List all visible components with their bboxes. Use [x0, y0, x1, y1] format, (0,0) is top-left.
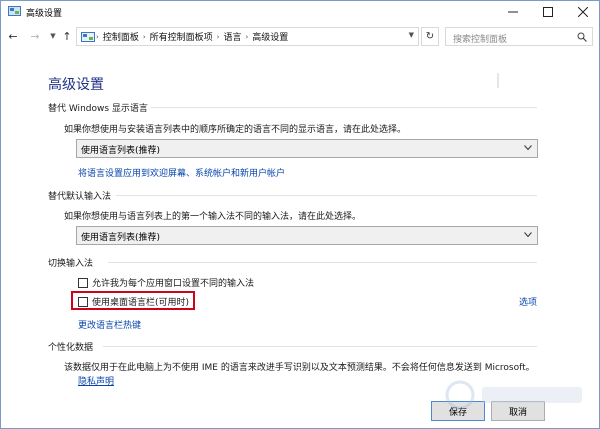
- breadcrumb-all-items[interactable]: 所有控制面板项: [147, 30, 216, 43]
- minimize-icon: [508, 11, 518, 13]
- control-panel-icon: [8, 6, 21, 16]
- default-input-heading: 替代默认输入法: [48, 192, 112, 202]
- close-button[interactable]: [566, 1, 600, 23]
- save-button[interactable]: 保存: [431, 401, 485, 421]
- chevron-down-icon: [524, 145, 532, 151]
- arrow-left-icon: ←: [8, 29, 18, 43]
- personalization-heading: 个性化数据: [48, 343, 94, 353]
- search-placeholder: 搜索控制面板: [453, 35, 508, 45]
- cancel-button[interactable]: 取消: [491, 401, 545, 421]
- section-divider: [103, 346, 537, 347]
- maximize-icon: [543, 7, 553, 17]
- refresh-icon: ↻: [425, 31, 435, 42]
- chevron-down-icon: ▼: [50, 32, 56, 40]
- desktop-language-bar-option[interactable]: 使用桌面语言栏(可用时): [78, 295, 189, 308]
- section-divider: [116, 195, 537, 196]
- personalization-description: 该数据仅用于在此电脑上为不使用 IME 的语言来改进手写识别以及文本预测结果。不…: [64, 363, 535, 373]
- up-button[interactable]: ↑: [59, 27, 75, 45]
- search-box[interactable]: 搜索控制面板: [445, 27, 593, 46]
- switch-input-heading: 切换输入法: [48, 259, 94, 269]
- refresh-button[interactable]: ↻: [421, 27, 439, 46]
- search-icon: [577, 32, 587, 42]
- close-icon: [578, 7, 588, 17]
- navigation-bar: ← → ▼ ↑ › 控制面板 › 所有控制面板项 › 语言 › 高级设置 ▼ ↻…: [1, 24, 599, 50]
- privacy-statement-link[interactable]: 隐私声明: [78, 374, 114, 387]
- scroll-indicator: [497, 73, 499, 88]
- breadcrumb-language[interactable]: 语言: [220, 30, 244, 43]
- address-bar[interactable]: › 控制面板 › 所有控制面板项 › 语言 › 高级设置 ▼: [76, 27, 419, 46]
- apply-language-settings-link[interactable]: 将语言设置应用到欢迎屏幕、系统帐户和新用户帐户: [78, 166, 285, 179]
- forward-button[interactable]: →: [27, 27, 43, 45]
- display-language-heading: 替代 Windows 显示语言: [48, 104, 148, 114]
- default-input-select[interactable]: 使用语言列表(推荐): [76, 226, 538, 245]
- breadcrumb-advanced[interactable]: 高级设置: [249, 30, 291, 43]
- maximize-button[interactable]: [531, 1, 565, 23]
- display-language-selected: 使用语言列表(推荐): [81, 146, 161, 156]
- display-language-description: 如果你想使用与安装语言列表中的顺序所确定的语言不同的显示语言，请在此处选择。: [64, 125, 407, 135]
- minimize-button[interactable]: [496, 1, 530, 23]
- control-panel-folder-icon: [81, 31, 95, 42]
- address-dropdown-icon[interactable]: ▼: [409, 31, 414, 39]
- language-bar-options-link[interactable]: 选项: [519, 295, 537, 308]
- desktop-language-bar-label[interactable]: 使用桌面语言栏(可用时): [92, 295, 189, 308]
- title-bar: 高级设置: [1, 1, 599, 23]
- default-input-selected: 使用语言列表(推荐): [81, 233, 161, 243]
- arrow-right-icon: →: [30, 29, 40, 43]
- page-title: 高级设置: [48, 77, 104, 93]
- desktop-language-bar-checkbox[interactable]: [78, 296, 88, 307]
- display-language-select[interactable]: 使用语言列表(推荐): [76, 139, 538, 158]
- section-divider: [108, 262, 537, 263]
- per-app-input-checkbox[interactable]: [78, 277, 88, 288]
- section-divider: [151, 107, 537, 108]
- window-title: 高级设置: [26, 9, 63, 19]
- per-app-input-option[interactable]: 允许我为每个应用窗口设置不同的输入法: [78, 276, 254, 289]
- back-button[interactable]: ←: [5, 27, 21, 45]
- breadcrumb-control-panel[interactable]: 控制面板: [100, 30, 142, 43]
- arrow-up-icon: ↑: [62, 29, 72, 43]
- change-hotkeys-link[interactable]: 更改语言栏热键: [78, 318, 141, 331]
- default-input-description: 如果你想使用与语言列表上的第一个输入法不同的输入法，请在此处选择。: [64, 212, 362, 222]
- chevron-down-icon: [524, 232, 532, 238]
- per-app-input-label[interactable]: 允许我为每个应用窗口设置不同的输入法: [92, 276, 254, 289]
- advanced-settings-window: 高级设置 ← → ▼ ↑ › 控制面板 › 所有控制面板项 › 语言 › 高级设…: [0, 0, 600, 429]
